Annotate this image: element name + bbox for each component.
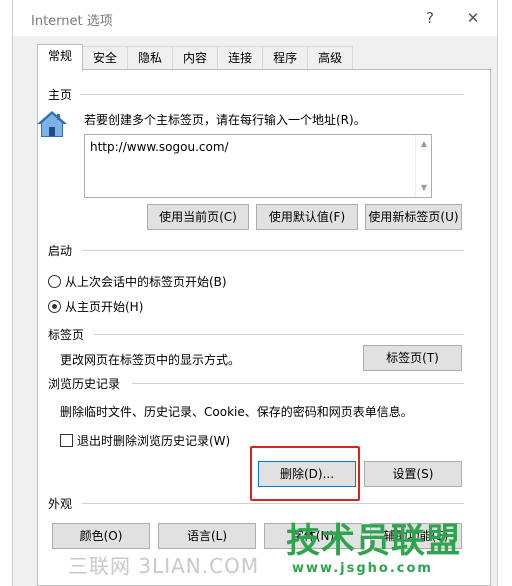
tabs-group-label: 标签页 bbox=[48, 328, 85, 342]
history-settings-button[interactable]: 设置(S) bbox=[364, 461, 462, 487]
radio-homepage-label: 从主页开始(H) bbox=[65, 300, 144, 314]
house-icon bbox=[37, 111, 67, 137]
watermark-3lian: 三联网 3LIAN.COM bbox=[68, 554, 260, 578]
startup-option-last-session[interactable]: 从上次会话中的标签页开始(B) bbox=[48, 273, 227, 290]
tab-security[interactable]: 安全 bbox=[82, 46, 129, 70]
history-group-label: 浏览历史记录 bbox=[48, 377, 121, 391]
scroll-up-icon[interactable]: ▲ bbox=[419, 139, 429, 149]
colors-button[interactable]: 颜色(O) bbox=[52, 523, 150, 549]
history-description: 删除临时文件、历史记录、Cookie、保存的密码和网页表单信息。 bbox=[60, 405, 413, 419]
homepage-description: 若要创建多个主标签页，请在每行输入一个地址(R)。 bbox=[84, 113, 366, 127]
title-bar: Internet 选项 ? ✕ bbox=[13, 0, 497, 36]
delete-on-exit-option[interactable]: 退出时删除浏览历史记录(W) bbox=[60, 432, 230, 449]
use-current-page-button[interactable]: 使用当前页(C) bbox=[147, 204, 249, 230]
tab-general[interactable]: 常规 bbox=[37, 44, 84, 71]
annotation-highlight-box bbox=[250, 446, 360, 501]
tab-strip: 常规 安全 隐私 内容 连接 程序 高级 bbox=[37, 44, 354, 71]
scroll-down-icon[interactable]: ▼ bbox=[419, 183, 429, 193]
startup-option-homepage[interactable]: 从主页开始(H) bbox=[48, 298, 143, 315]
tab-programs[interactable]: 程序 bbox=[262, 46, 309, 70]
homepage-separator bbox=[80, 94, 464, 95]
close-button[interactable]: ✕ bbox=[461, 8, 485, 28]
appearance-separator bbox=[82, 503, 464, 504]
tabs-settings-button[interactable]: 标签页(T) bbox=[363, 345, 462, 371]
radio-homepage[interactable] bbox=[48, 300, 61, 313]
tabs-description: 更改网页在标签页中的显示方式。 bbox=[60, 353, 241, 367]
url-scrollbar[interactable]: ▲ ▼ bbox=[415, 135, 431, 197]
history-separator bbox=[132, 383, 464, 384]
use-default-button[interactable]: 使用默认值(F) bbox=[256, 204, 358, 230]
tab-content[interactable]: 内容 bbox=[172, 46, 219, 70]
languages-button[interactable]: 语言(L) bbox=[158, 523, 256, 549]
tab-privacy[interactable]: 隐私 bbox=[127, 46, 174, 70]
homepage-url-textarea[interactable]: http://www.sogou.com/ ▲ ▼ bbox=[84, 134, 432, 198]
appearance-group-label: 外观 bbox=[48, 497, 73, 511]
delete-on-exit-label: 退出时删除浏览历史记录(W) bbox=[77, 434, 231, 448]
tab-advanced[interactable]: 高级 bbox=[307, 46, 354, 70]
watermark-jsgho-title: 技术员联盟 bbox=[286, 521, 461, 561]
help-button[interactable]: ? bbox=[418, 8, 442, 28]
homepage-url-value: http://www.sogou.com/ bbox=[90, 140, 229, 154]
startup-group-label: 启动 bbox=[48, 244, 73, 258]
tab-connections[interactable]: 连接 bbox=[217, 46, 264, 70]
watermark-jsgho-url: www.jsgho.com bbox=[292, 561, 433, 576]
window-title: Internet 选项 bbox=[31, 14, 113, 29]
use-new-tab-button[interactable]: 使用新标签页(U) bbox=[365, 204, 462, 230]
radio-last-session[interactable] bbox=[48, 275, 61, 288]
delete-on-exit-checkbox[interactable] bbox=[60, 434, 73, 447]
radio-last-session-label: 从上次会话中的标签页开始(B) bbox=[65, 275, 227, 289]
startup-separator bbox=[82, 250, 464, 251]
tabs-separator bbox=[94, 334, 464, 335]
homepage-group-label: 主页 bbox=[48, 88, 73, 102]
